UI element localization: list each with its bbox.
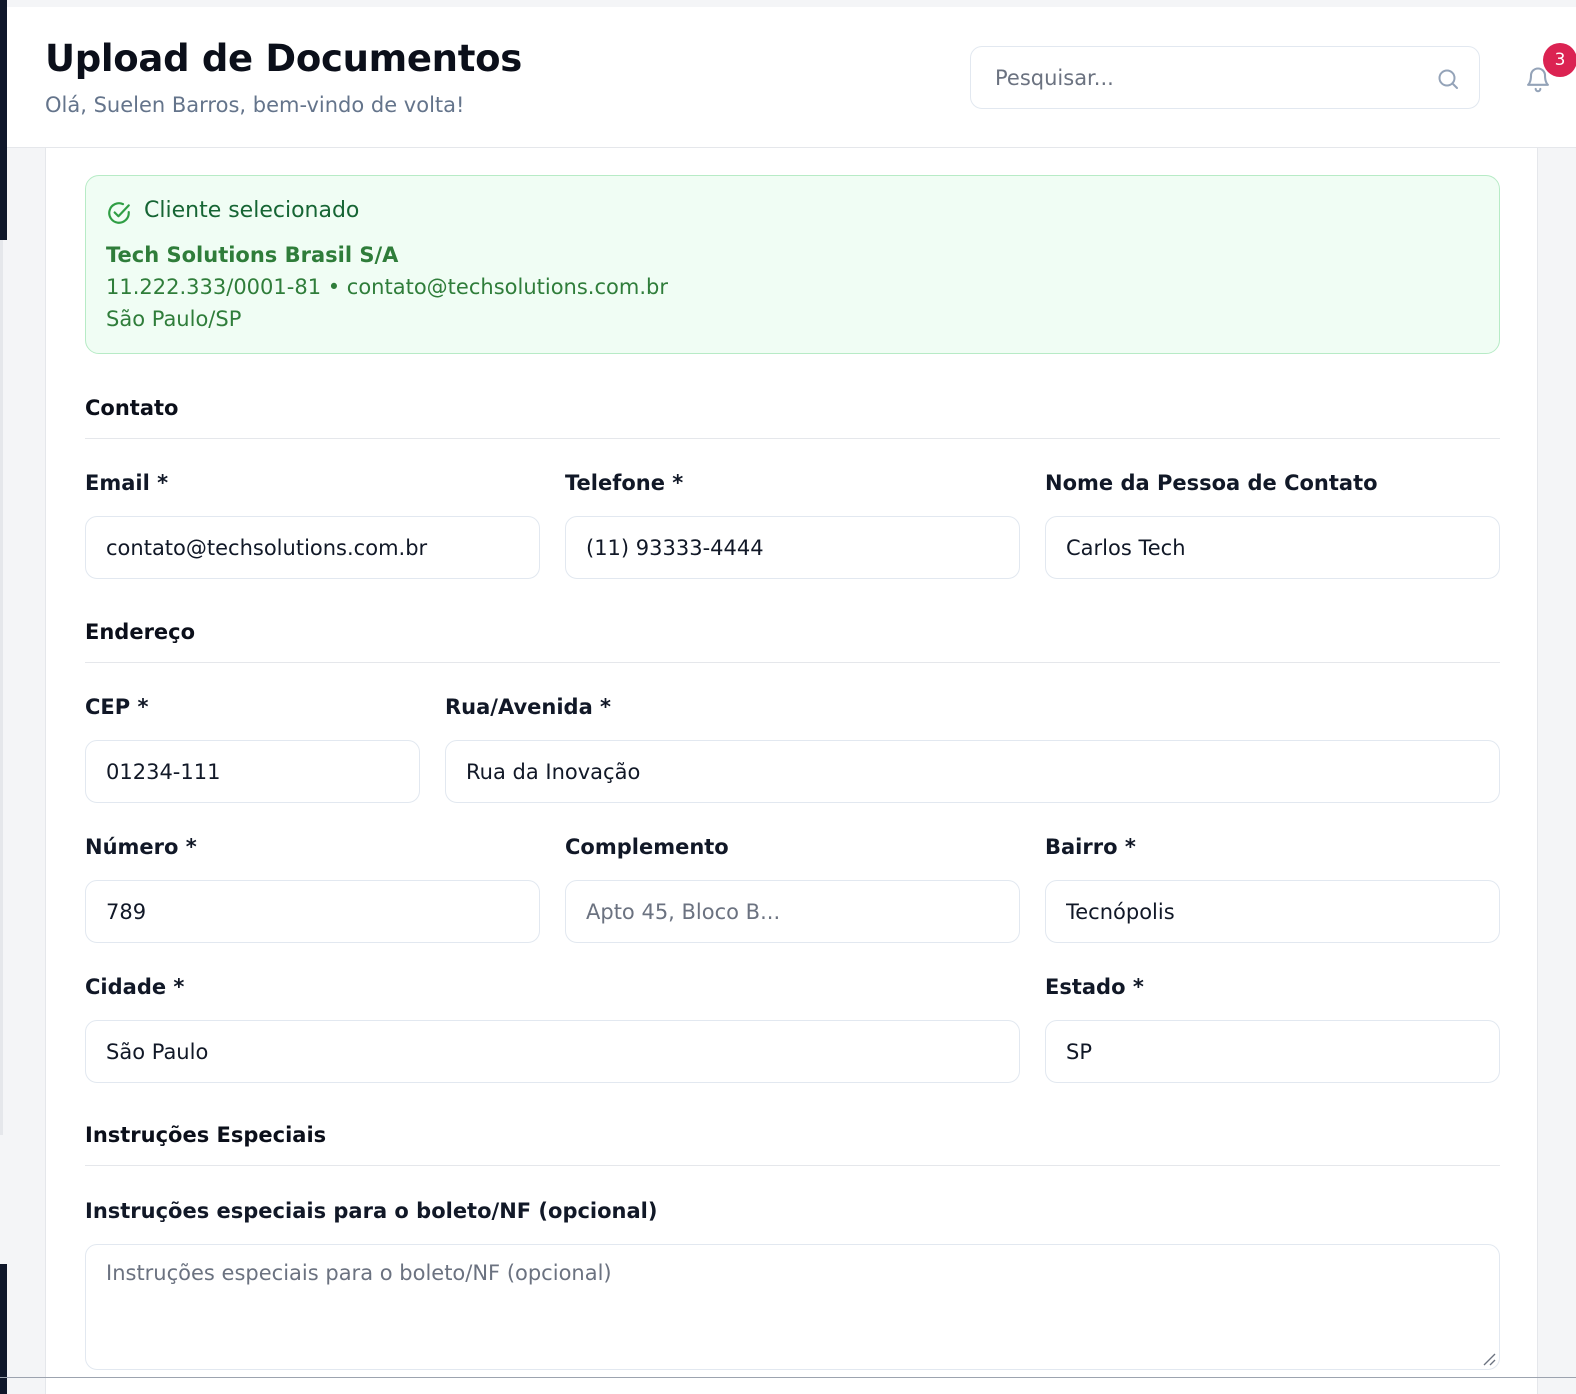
form-card: Cliente selecionado Tech Solutions Brasi… (45, 148, 1538, 1394)
divider (85, 662, 1500, 663)
client-city: São Paulo/SP (106, 307, 242, 331)
phone-field[interactable] (565, 516, 1020, 579)
divider (85, 438, 1500, 439)
client-name: Tech Solutions Brasil S/A (106, 243, 399, 267)
number-field[interactable] (85, 880, 540, 943)
section-title-instrucoes: Instruções Especiais (85, 1123, 327, 1147)
state-label: Estado * (1045, 975, 1144, 999)
check-circle-icon (108, 202, 130, 224)
viewport-edge (0, 1377, 1576, 1378)
cep-label: CEP * (85, 695, 149, 719)
section-title-endereco: Endereço (85, 620, 196, 644)
instructions-textarea[interactable] (85, 1244, 1500, 1370)
sidebar-edge (0, 1264, 7, 1394)
street-field[interactable] (445, 740, 1500, 803)
sidebar-edge (0, 0, 7, 240)
number-label: Número * (85, 835, 197, 859)
search-input[interactable] (995, 47, 1425, 108)
notification-badge[interactable]: 3 (1543, 43, 1576, 77)
page-header: Upload de Documentos Olá, Suelen Barros,… (7, 7, 1576, 148)
client-selected-heading: Cliente selecionado (144, 198, 360, 223)
selected-client-panel: Cliente selecionado Tech Solutions Brasi… (85, 175, 1500, 354)
complement-field[interactable] (565, 880, 1020, 943)
state-field[interactable] (1045, 1020, 1500, 1083)
section-title-contato: Contato (85, 396, 179, 420)
contact-person-field[interactable] (1045, 516, 1500, 579)
street-label: Rua/Avenida * (445, 695, 612, 719)
email-label: Email * (85, 471, 169, 495)
complement-label: Complemento (565, 835, 729, 859)
page-title: Upload de Documentos (45, 37, 522, 80)
email-field[interactable] (85, 516, 540, 579)
resize-handle-icon[interactable] (1482, 1352, 1496, 1366)
district-field[interactable] (1045, 880, 1500, 943)
cep-field[interactable] (85, 740, 420, 803)
welcome-message: Olá, Suelen Barros, bem-vindo de volta! (45, 93, 465, 117)
search-box (970, 46, 1480, 109)
city-label: Cidade * (85, 975, 185, 999)
contact-person-label: Nome da Pessoa de Contato (1045, 471, 1378, 495)
city-field[interactable] (85, 1020, 1020, 1083)
divider (85, 1165, 1500, 1166)
phone-label: Telefone * (565, 471, 684, 495)
sidebar-edge (0, 240, 3, 1135)
client-document-email: 11.222.333/0001-81 • contato@techsolutio… (106, 275, 668, 299)
search-icon[interactable] (1436, 67, 1460, 91)
instructions-label: Instruções especiais para o boleto/NF (o… (85, 1199, 658, 1223)
district-label: Bairro * (1045, 835, 1136, 859)
